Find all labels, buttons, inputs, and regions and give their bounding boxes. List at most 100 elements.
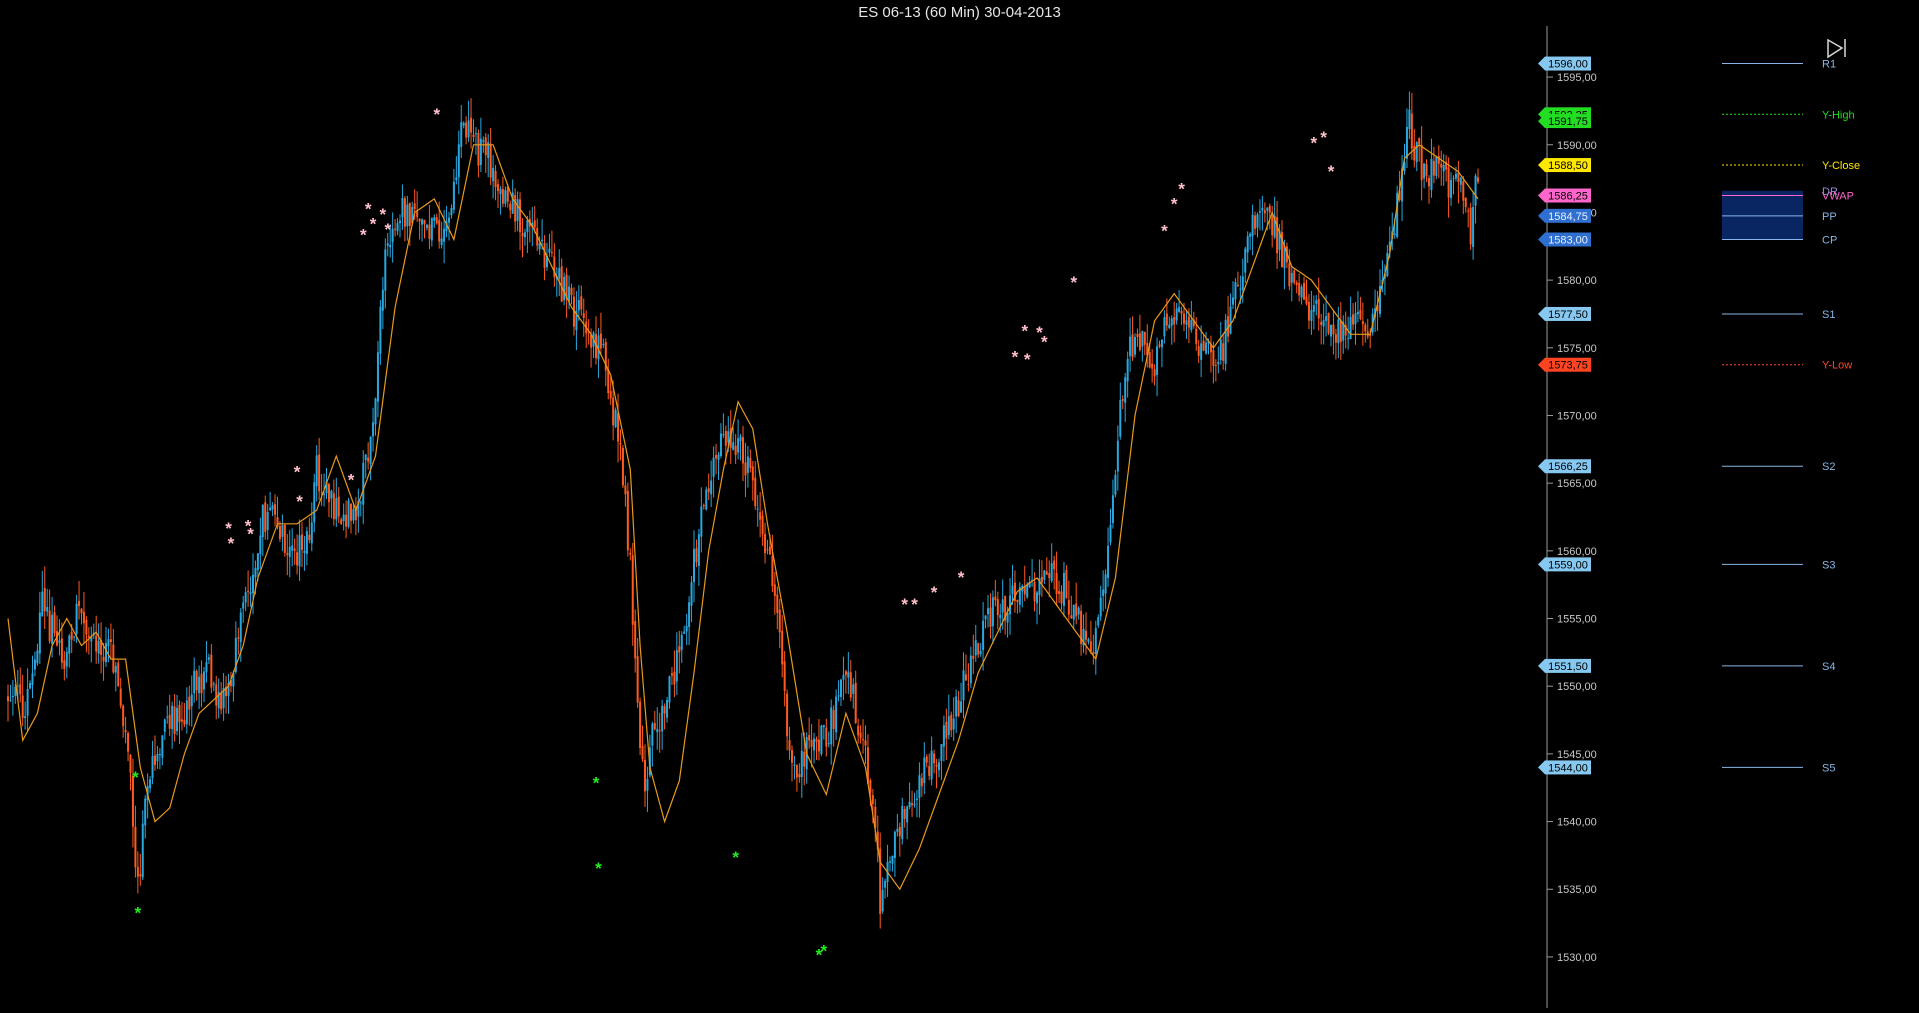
axis-tick-label: 1590,00 <box>1557 140 1597 152</box>
candle-body <box>281 525 284 537</box>
candle-body <box>46 606 49 612</box>
candle-body <box>795 765 798 778</box>
candle-body <box>482 140 485 142</box>
candle-body <box>1393 233 1396 235</box>
candle-body <box>479 138 482 165</box>
swing-asterisk: * <box>360 225 367 244</box>
value-zone-group <box>1722 190 1803 240</box>
badge-price: 1566,25 <box>1548 461 1588 473</box>
candle-body <box>560 266 563 302</box>
candle-body <box>274 504 277 515</box>
candle-body <box>1249 233 1252 237</box>
candle-body <box>80 608 83 614</box>
candle-body <box>935 764 938 767</box>
candle-body <box>516 199 519 221</box>
candle-body <box>470 117 473 133</box>
candle-body <box>1258 211 1261 213</box>
candle-body <box>1148 352 1151 368</box>
candle-body <box>29 682 32 689</box>
candle-body <box>41 591 44 617</box>
candle-body <box>347 500 350 527</box>
candle-body <box>563 276 566 301</box>
level-label-s5: S5 <box>1822 762 1835 774</box>
candle-body <box>1347 338 1350 340</box>
candle-body <box>837 695 840 697</box>
candle-body <box>1327 313 1330 334</box>
candle-body <box>852 684 855 694</box>
candle-body <box>891 855 894 864</box>
candle-body <box>501 189 504 204</box>
level-label-s2: S2 <box>1822 461 1835 473</box>
candle-body <box>1060 591 1063 604</box>
candle-body <box>810 740 813 747</box>
axis-tick-label: 1595,00 <box>1557 72 1597 84</box>
candle-body <box>65 651 68 667</box>
candle-body <box>249 592 252 595</box>
candle-body <box>1163 317 1166 337</box>
candle-body <box>1138 333 1141 351</box>
level-label-s3: S3 <box>1822 559 1835 571</box>
candle-body <box>362 462 365 505</box>
candle-body <box>977 643 980 655</box>
candle-body <box>156 753 159 762</box>
candle-body <box>732 442 735 450</box>
candle-body <box>1330 324 1332 337</box>
level-label-cp: CP <box>1822 235 1837 247</box>
candle-body <box>644 759 646 792</box>
candle-body <box>1136 333 1139 337</box>
candle-body <box>381 289 384 311</box>
candle-body <box>1359 309 1362 319</box>
candle-body <box>969 655 972 684</box>
axis-tick-label: 1580,00 <box>1557 275 1597 287</box>
price-chart[interactable]: ********** **** ************* ********* 153… <box>0 26 1919 1008</box>
candle-body <box>1036 592 1038 604</box>
candle-body <box>685 625 688 632</box>
candle-body <box>460 122 463 147</box>
candle-body <box>1072 604 1075 620</box>
candle-body <box>889 861 891 863</box>
level-label-s4: S4 <box>1822 661 1835 673</box>
candle-body <box>1190 319 1193 331</box>
candle-body <box>793 764 796 766</box>
candle-body <box>1474 175 1477 206</box>
candle-body <box>947 716 950 736</box>
candle-body <box>1232 297 1234 305</box>
badge-price: 1596,00 <box>1548 59 1588 71</box>
candle-body <box>318 454 321 492</box>
candle-body <box>376 352 379 402</box>
candle-body <box>418 218 421 222</box>
candle-body <box>1469 207 1472 245</box>
candle-body <box>1442 164 1445 172</box>
badge-price: 1584,75 <box>1548 211 1588 223</box>
candle-body <box>477 132 480 166</box>
candle-body <box>256 553 259 571</box>
candle-body <box>176 707 179 731</box>
swing-asterisk: * <box>911 595 918 614</box>
candle-body <box>778 609 781 633</box>
candle-body <box>198 676 201 694</box>
candle-body <box>521 233 524 237</box>
candle-body <box>48 610 51 642</box>
candle-body <box>163 719 166 732</box>
candle-body <box>200 673 203 694</box>
candle-body <box>114 666 117 673</box>
candle-body <box>188 696 191 710</box>
candle-body <box>455 177 458 181</box>
candle-body <box>994 596 997 601</box>
chart-area[interactable]: * * * * * * * * * * * * * * * * * * * * * * * * * * * * * * * * * * * * 153… <box>0 26 1919 1008</box>
swing-asterisk: * <box>1311 133 1318 152</box>
swing-asterisk: * <box>1171 194 1178 213</box>
candle-body <box>428 224 431 239</box>
candle-body <box>313 482 316 523</box>
swing-asterisk: * <box>1021 322 1028 341</box>
candle-body <box>1067 599 1070 615</box>
candle-body <box>1317 298 1320 319</box>
candle-body <box>315 455 318 487</box>
candle-body <box>680 634 683 650</box>
candle-body <box>712 457 715 477</box>
candle-body <box>1116 440 1119 472</box>
candle-body <box>1173 317 1176 325</box>
candle-body <box>1126 359 1129 382</box>
candle-body <box>293 548 296 551</box>
candle-body <box>911 803 914 806</box>
